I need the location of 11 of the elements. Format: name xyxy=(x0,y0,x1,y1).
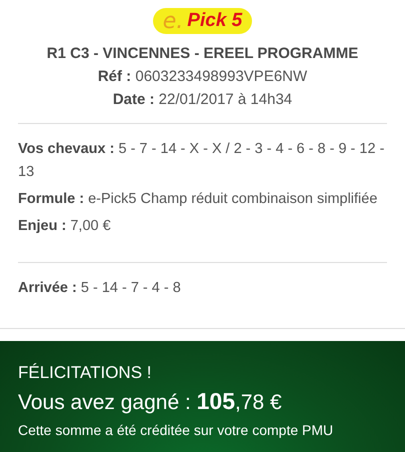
logo-name: Pick 5 xyxy=(187,10,242,32)
race-title: R1 C3 - VINCENNES - EREEL PROGRAMME xyxy=(46,44,358,64)
win-amount: Vous avez gagné : 105,78 € xyxy=(18,391,282,414)
header-line: Date : 22/01/2017 à 14h34 xyxy=(112,91,292,108)
bet-detail: Enjeu : 7,00 € xyxy=(18,218,111,234)
logo-prefix: e. xyxy=(162,8,184,34)
bet-detail: Formule : e-Pick5 Champ réduit combinaison simplifiée xyxy=(18,191,378,207)
result-line: Arrivée : 5 - 14 - 7 - 4 - 8 xyxy=(18,280,181,296)
header-line: Réf : 0603233498993VPE6NW xyxy=(98,68,308,85)
banner-note: Cette somme a été créditée sur votre compte PMU xyxy=(18,422,334,438)
banner-title: FÉLICITATIONS ! xyxy=(18,363,152,382)
